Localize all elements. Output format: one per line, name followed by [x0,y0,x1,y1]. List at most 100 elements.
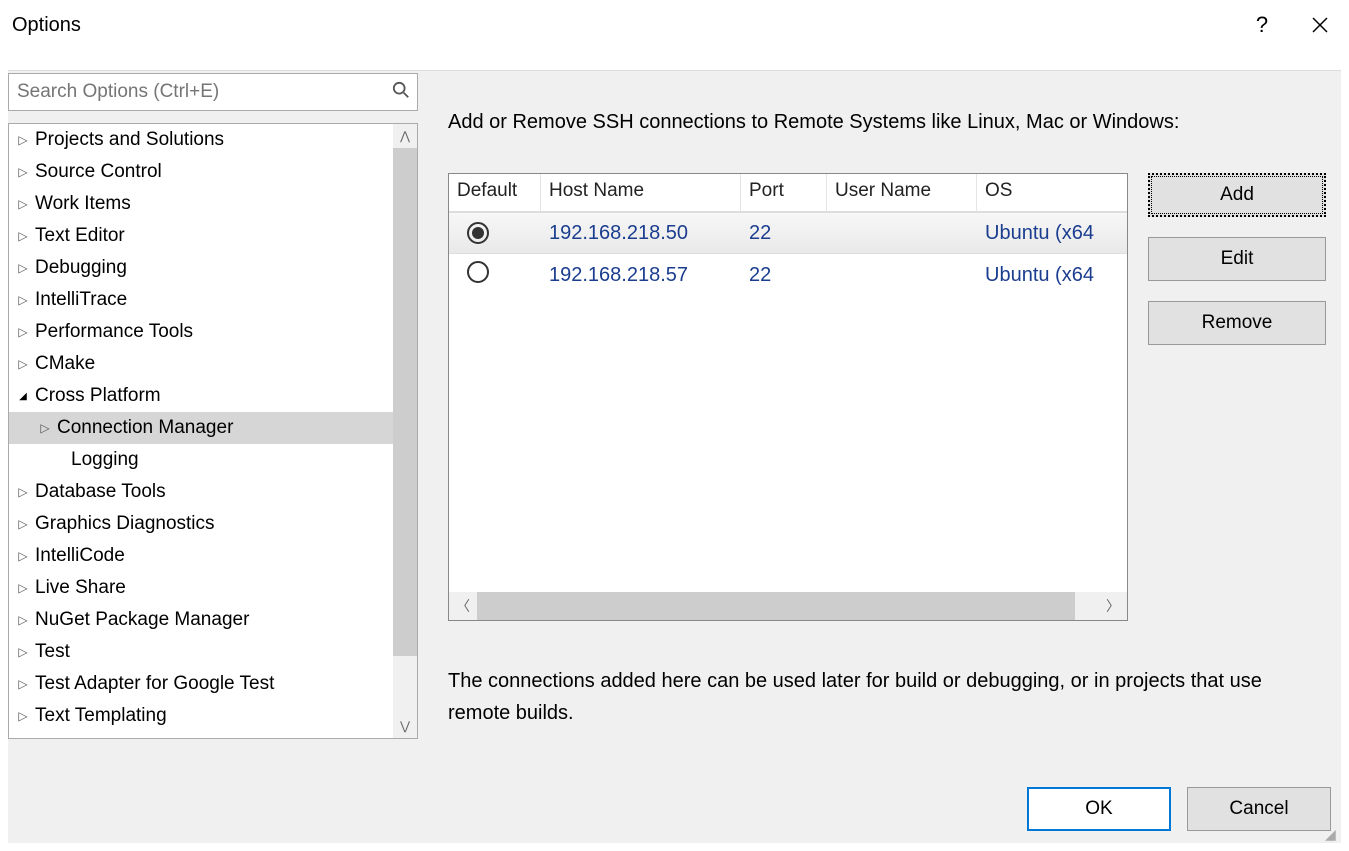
chevron-right-icon[interactable]: ▷ [15,485,31,499]
os-cell: Ubuntu (x64 [977,222,1127,245]
tree-item-label: NuGet Package Manager [35,609,249,631]
tree-item[interactable]: ▷IntelliTrace [9,284,393,316]
tree-item-label: CMake [35,353,95,375]
default-cell[interactable] [449,222,541,245]
default-radio[interactable] [467,222,489,244]
titlebar: Options ? [0,0,1349,50]
port-cell: 22 [741,264,827,287]
tree-scrollbar[interactable]: ⋀ ⋁ [393,124,417,738]
search-box[interactable] [8,73,418,111]
host-cell: 192.168.218.50 [541,222,741,245]
scroll-up-icon[interactable]: ⋀ [393,124,417,148]
pane-heading: Add or Remove SSH connections to Remote … [448,111,1331,134]
tree-item[interactable]: ▷ Work Items [9,188,393,220]
tree-item[interactable]: ▷ Source Control [9,156,393,188]
tree-item-label: Text Templating [35,705,167,727]
port-cell: 22 [741,222,827,245]
col-os[interactable]: OS [977,174,1127,211]
table-hscrollbar[interactable]: 〈 〉 [449,592,1127,620]
chevron-right-icon[interactable]: ▷ [15,549,31,563]
chevron-right-icon[interactable]: ▷ [15,293,31,307]
chevron-right-icon[interactable]: ▷ [15,133,31,147]
tree-item-label: Graphics Diagnostics [35,513,215,535]
tree-item[interactable]: ▷ CMake [9,348,393,380]
tree-item[interactable]: ▷ Debugging [9,252,393,284]
tree-item[interactable]: ▷ Text Templating [9,700,393,732]
resize-grip-icon[interactable]: ◢ [1325,827,1339,841]
close-icon [1311,16,1329,34]
add-button[interactable]: Add [1148,173,1326,217]
chevron-right-icon[interactable]: ▷ [15,197,31,211]
edit-button[interactable]: Edit [1148,237,1326,281]
tree-item[interactable]: ▷ Test [9,636,393,668]
table-header: Default Host Name Port User Name OS [449,174,1127,212]
remove-button[interactable]: Remove [1148,301,1326,345]
tree-item[interactable]: ◢ Cross Platform [9,380,393,412]
tree-item-label: Source Control [35,161,162,183]
chevron-right-icon[interactable]: ▷ [15,613,31,627]
content-area: ▷ Projects and Solutions ▷ Source Control ▷ W… [8,70,1341,843]
tree-item-label: Live Share [35,577,126,599]
chevron-right-icon[interactable]: ▷ [15,165,31,179]
tree-item[interactable]: ▷ Connection Manager [9,412,393,444]
host-cell: 192.168.218.57 [541,264,741,287]
table-row[interactable]: 192.168.218.5022 Ubuntu (x64 [449,212,1127,254]
col-host[interactable]: Host Name [541,174,741,211]
tree-item[interactable]: ▷ IntelliCode [9,540,393,572]
col-user[interactable]: User Name [827,174,977,211]
options-tree: ▷ Projects and Solutions ▷ Source Control ▷ W… [8,123,418,739]
tree-item[interactable]: ▷ Live Share [9,572,393,604]
tree-item-label: Database Tools [35,481,166,503]
tree-item-label: Debugging [35,257,127,279]
ok-button[interactable]: OK [1027,787,1171,831]
tree-item[interactable]: ▷Logging [9,444,393,476]
scroll-thumb[interactable] [393,148,417,656]
chevron-right-icon[interactable]: ▷ [15,709,31,723]
tree-item-label: Work Items [35,193,131,215]
chevron-right-icon[interactable]: ▷ [15,325,31,339]
pane-footer-text: The connections added here can be used l… [448,665,1268,729]
scroll-right-icon[interactable]: 〉 [1099,592,1127,620]
tree-item-label: Connection Manager [57,417,233,439]
hscroll-thumb[interactable] [477,592,1075,620]
tree-item-label: Test [35,641,70,663]
tree-item[interactable]: ▷ Graphics Diagnostics [9,508,393,540]
dialog-footer: OK Cancel [1027,787,1331,831]
tree-item[interactable]: ▷Test Adapter for Google Test [9,668,393,700]
tree-item[interactable]: ▷ Projects and Solutions [9,124,393,156]
os-cell: Ubuntu (x64 [977,264,1127,287]
cancel-button[interactable]: Cancel [1187,787,1331,831]
tree-item[interactable]: ▷ Database Tools [9,476,393,508]
chevron-right-icon[interactable]: ▷ [37,421,53,435]
tree-item-label: Performance Tools [35,321,193,343]
connections-table: Default Host Name Port User Name OS 192.… [448,173,1128,621]
chevron-down-icon[interactable]: ◢ [15,391,31,402]
scroll-left-icon[interactable]: 〈 [449,592,477,620]
tree-item-label: Projects and Solutions [35,129,224,151]
chevron-right-icon[interactable]: ▷ [15,229,31,243]
search-input[interactable] [9,81,385,103]
settings-pane: Add or Remove SSH connections to Remote … [448,111,1331,158]
col-default[interactable]: Default [449,174,541,211]
table-row[interactable]: 192.168.218.5722 Ubuntu (x64 [449,254,1127,296]
col-port[interactable]: Port [741,174,827,211]
tree-item-label: IntelliCode [35,545,125,567]
chevron-right-icon[interactable]: ▷ [15,357,31,371]
chevron-right-icon[interactable]: ▷ [15,645,31,659]
chevron-right-icon[interactable]: ▷ [15,261,31,275]
chevron-right-icon[interactable]: ▷ [15,517,31,531]
tree-item[interactable]: ▷ Performance Tools [9,316,393,348]
help-button[interactable]: ? [1233,5,1291,45]
close-button[interactable] [1291,5,1349,45]
default-cell[interactable] [449,261,541,289]
chevron-right-icon[interactable]: ▷ [15,677,31,691]
window-title: Options [12,14,81,37]
scroll-down-icon[interactable]: ⋁ [393,714,417,738]
tree-item-label: Cross Platform [35,385,161,407]
chevron-right-icon[interactable]: ▷ [15,581,31,595]
default-radio[interactable] [467,261,489,283]
table-body: 192.168.218.5022Ubuntu (x64192.168.218.5… [449,212,1127,296]
tree-item[interactable]: ▷Text Editor [9,220,393,252]
tree-item[interactable]: ▷ NuGet Package Manager [9,604,393,636]
search-icon[interactable] [385,81,417,104]
